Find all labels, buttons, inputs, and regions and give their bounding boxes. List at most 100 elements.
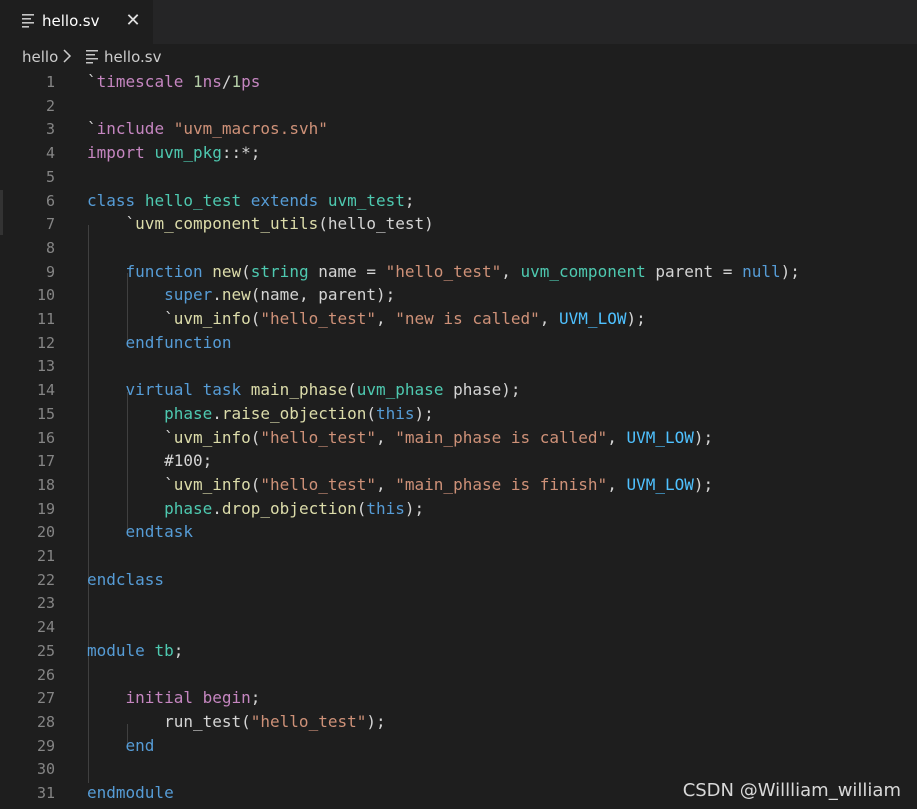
line-number: 2: [45, 96, 55, 115]
code-text: module tb;: [87, 639, 183, 663]
code-token: raise_objection: [221, 403, 367, 423]
breadcrumb-file[interactable]: hello.sv: [104, 48, 161, 66]
code-token: );: [626, 309, 646, 328]
code-token: ,: [607, 427, 627, 447]
line-number: 8: [45, 238, 55, 257]
chevron-right-icon: [63, 49, 72, 63]
code-token: (: [347, 380, 357, 400]
code-line[interactable]: 20 endtask: [0, 520, 917, 544]
code-line[interactable]: 3 `include "uvm_macros.svh": [0, 117, 917, 141]
code-line[interactable]: 6 class hello_test extends uvm_test;: [0, 189, 917, 213]
code-token: "hello_test": [260, 427, 376, 447]
code-token: uvm_info: [173, 474, 251, 494]
code-text: function new(string name = "hello_test",…: [87, 260, 800, 284]
code-line[interactable]: 21: [0, 544, 917, 568]
code-line[interactable]: 12 endfunction: [0, 331, 917, 355]
line-number: 19: [36, 499, 55, 518]
code-line[interactable]: 25 module tb;: [0, 639, 917, 663]
code-token: `: [87, 474, 174, 494]
code-token: (hello_test): [318, 214, 434, 234]
code-text: import uvm_pkg::*;: [87, 141, 260, 165]
code-line[interactable]: 8: [0, 236, 917, 260]
code-line[interactable]: 28 run_test("hello_test");: [0, 710, 917, 734]
breadcrumb-folder[interactable]: hello: [22, 48, 58, 66]
code-token: this: [366, 498, 405, 518]
code-token: import: [87, 143, 145, 163]
line-number: 5: [45, 167, 55, 186]
code-token: endmodule: [87, 783, 174, 802]
code-line[interactable]: 4 import uvm_pkg::*;: [0, 141, 917, 165]
code-text: endmodule: [87, 781, 174, 805]
code-token: (: [366, 403, 377, 423]
line-number: 1: [45, 73, 55, 91]
line-number: 21: [36, 547, 55, 565]
code-text: `include "uvm_macros.svh": [87, 117, 328, 141]
code-token: ps: [241, 72, 261, 91]
code-line[interactable]: 18 `uvm_info("hello_test", "main_phase i…: [0, 473, 917, 497]
code-line[interactable]: 15 phase.raise_objection(this);: [0, 402, 917, 426]
line-number: 27: [36, 689, 55, 708]
code-line[interactable]: 24: [0, 615, 917, 639]
close-icon[interactable]: ✕: [123, 10, 143, 32]
code-token: (: [250, 427, 261, 447]
code-line[interactable]: 5: [0, 165, 917, 189]
code-token: this: [376, 403, 415, 423]
line-number: 28: [36, 712, 55, 731]
code-token: ,: [376, 427, 396, 447]
code-token: ::*;: [221, 143, 261, 163]
line-number: 20: [36, 523, 55, 542]
code-token: endclass: [87, 569, 165, 589]
code-line[interactable]: 1 `timescale 1ns/1ps: [0, 70, 917, 94]
code-token: uvm_component: [520, 261, 646, 281]
code-token: UVM_LOW: [559, 309, 627, 328]
code-token: ,: [376, 309, 396, 328]
code-text: end: [87, 734, 155, 758]
code-line[interactable]: 30: [0, 757, 917, 781]
code-token: /: [221, 72, 232, 91]
code-token: "hello_test": [260, 309, 376, 328]
line-number: 29: [36, 736, 55, 755]
code-text: initial begin;: [87, 686, 261, 710]
code-line[interactable]: 9 function new(string name = "hello_test…: [0, 260, 917, 284]
code-line[interactable]: 23: [0, 591, 917, 615]
watermark: CSDN @Willliam_william: [682, 780, 901, 801]
code-line[interactable]: 19 phase.drop_objection(this);: [0, 497, 917, 521]
code-line[interactable]: 14 virtual task main_phase(uvm_phase pha…: [0, 378, 917, 402]
code-line[interactable]: 2: [0, 94, 917, 118]
code-token: module: [87, 640, 145, 660]
code-token: phase: [164, 498, 213, 518]
code-line[interactable]: 29 end: [0, 734, 917, 758]
line-number: 4: [45, 144, 55, 163]
code-line[interactable]: 22 endclass: [0, 568, 917, 592]
code-line[interactable]: 10 super.new(name, parent);: [0, 283, 917, 307]
code-line[interactable]: 11 `uvm_info("hello_test", "new is calle…: [0, 307, 917, 331]
code-line[interactable]: 16 `uvm_info("hello_test", "main_phase i…: [0, 426, 917, 450]
code-line[interactable]: 27 initial begin;: [0, 686, 917, 710]
code-line[interactable]: 26: [0, 663, 917, 687]
code-token: "main_phase is called": [395, 427, 608, 447]
code-line[interactable]: 13: [0, 354, 917, 378]
code-token: .: [212, 285, 222, 305]
code-editor[interactable]: 1 `timescale 1ns/1ps 2 3 `include "uvm_macro…: [0, 70, 917, 809]
code-token: uvm_phase: [356, 380, 444, 400]
code-token: UVM_LOW: [626, 474, 694, 494]
code-token: #100;: [87, 451, 213, 471]
code-token: "hello_test": [250, 711, 367, 731]
code-token: (: [356, 498, 367, 518]
code-token: ;: [404, 190, 415, 210]
tab-hello-sv[interactable]: hello.sv ✕: [0, 0, 153, 44]
code-line[interactable]: 17 #100;: [0, 449, 917, 473]
code-token: main_phase: [250, 380, 348, 400]
code-token: ;: [250, 688, 261, 708]
code-token: );: [693, 474, 714, 494]
code-line[interactable]: 7 `uvm_component_utils(hello_test): [0, 212, 917, 236]
code-token: class: [87, 190, 136, 210]
code-token: uvm_info: [173, 427, 251, 447]
code-token: );: [366, 711, 386, 731]
